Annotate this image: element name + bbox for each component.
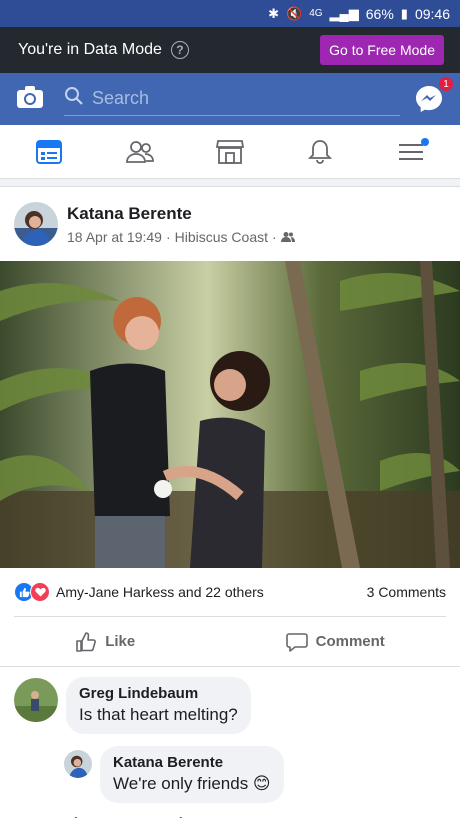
- search-header: Search 1: [0, 73, 460, 125]
- replier-avatar[interactable]: [64, 750, 92, 778]
- tab-bar: [0, 125, 460, 179]
- comment-label: Comment: [315, 633, 385, 650]
- post-actions: Like Comment: [0, 617, 460, 667]
- network-label: 4G: [309, 8, 323, 19]
- comment-bubble[interactable]: Greg Lindebaum Is that heart melting?: [66, 677, 251, 734]
- search-input[interactable]: Search: [64, 82, 400, 116]
- menu-notification-dot: [420, 137, 429, 146]
- battery-percent: 66%: [365, 5, 394, 22]
- like-button[interactable]: Like: [75, 631, 135, 653]
- menu-icon: [398, 143, 423, 160]
- help-icon[interactable]: ?: [170, 41, 189, 59]
- comment-button[interactable]: Comment: [285, 631, 385, 653]
- meta-separator: ·: [272, 228, 277, 245]
- post-location[interactable]: Hibiscus Coast: [175, 229, 268, 245]
- marketplace-icon: [215, 139, 244, 164]
- bluetooth-icon: ✱: [268, 5, 280, 21]
- mute-icon: 🔇: [286, 5, 303, 21]
- search-icon: [64, 86, 84, 111]
- bell-icon: [308, 139, 333, 164]
- data-mode-banner: You're in Data Mode ? Go to Free Mode: [0, 27, 460, 73]
- news-feed-icon: [36, 139, 63, 164]
- feed-separator: [0, 179, 460, 187]
- search-placeholder: Search: [92, 88, 150, 108]
- data-mode-text: You're in Data Mode: [18, 41, 162, 58]
- view-more-replies-link[interactable]: View 1 more reply: [0, 803, 460, 818]
- comments-count[interactable]: 3 Comments: [367, 584, 446, 600]
- tab-menu[interactable]: [381, 132, 441, 172]
- reply-bubble[interactable]: Katana Berente We're only friends 😊: [100, 746, 284, 803]
- replier-name[interactable]: Katana Berente: [113, 754, 271, 771]
- post-author[interactable]: Katana Berente: [67, 204, 295, 224]
- status-bar: ✱ 🔇 4G ▂▄▆ 66% ▮ 09:46: [0, 0, 460, 27]
- friends-icon: [125, 140, 154, 163]
- camera-icon[interactable]: [16, 85, 44, 114]
- reply-text: We're only friends 😊: [113, 774, 271, 793]
- like-label: Like: [105, 633, 136, 650]
- signal-icon: ▂▄▆: [329, 5, 359, 21]
- meta-separator: ·: [165, 228, 171, 245]
- battery-icon: ▮: [400, 5, 408, 21]
- reactions-summary[interactable]: Amy-Jane Harkess and 22 others 3 Comment…: [0, 568, 460, 616]
- messenger-button[interactable]: 1: [414, 76, 454, 114]
- friends-icon: [280, 231, 295, 242]
- comment-text: Is that heart melting?: [79, 705, 238, 724]
- thumbs-up-icon: [76, 631, 97, 652]
- comment: Greg Lindebaum Is that heart melting?: [0, 667, 460, 734]
- love-reaction-icon: [30, 582, 50, 602]
- commenter-avatar[interactable]: [14, 678, 58, 722]
- post-date[interactable]: 18 Apr at 19:49: [67, 229, 162, 245]
- free-mode-button[interactable]: Go to Free Mode: [320, 35, 444, 65]
- post-photo[interactable]: [0, 261, 460, 568]
- tab-notifications[interactable]: [290, 132, 350, 172]
- tab-news-feed[interactable]: [19, 132, 79, 172]
- comment-icon: [285, 632, 308, 652]
- reactions-text[interactable]: Amy-Jane Harkess and 22 others: [56, 584, 264, 600]
- reply: Katana Berente We're only friends 😊: [0, 734, 460, 803]
- tab-friends[interactable]: [110, 132, 170, 172]
- commenter-name[interactable]: Greg Lindebaum: [79, 685, 238, 702]
- messenger-badge: 1: [438, 76, 454, 92]
- clock: 09:46: [414, 5, 450, 22]
- tab-marketplace[interactable]: [200, 132, 260, 172]
- author-avatar[interactable]: [14, 202, 58, 246]
- post-header: Katana Berente 18 Apr at 19:49 · Hibiscu…: [0, 187, 460, 261]
